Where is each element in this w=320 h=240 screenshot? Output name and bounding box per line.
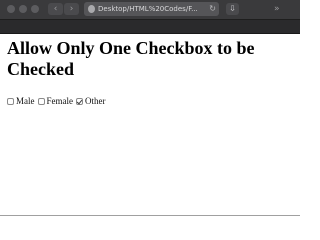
female-label: Female: [46, 96, 74, 106]
lock-icon: [88, 5, 95, 13]
browser-toolbar: ‹ › Desktop/HTML%20Codes/F... ↻ ⇩ »: [0, 0, 300, 20]
zoom-window-icon[interactable]: [31, 5, 39, 13]
other-checkbox[interactable]: [76, 97, 83, 105]
minimize-window-icon[interactable]: [19, 5, 27, 13]
page-title: Allow Only One Checkbox to be Checked: [7, 38, 255, 79]
page-content: Allow Only One Checkbox to be Checked Ma…: [0, 34, 300, 218]
option-male[interactable]: Male: [7, 96, 35, 106]
female-checkbox[interactable]: [37, 97, 45, 105]
other-label: Other: [85, 96, 106, 106]
tab-strip: [0, 20, 300, 34]
window-bottom-border: [0, 215, 300, 216]
forward-icon[interactable]: ›: [64, 3, 79, 15]
male-label: Male: [16, 96, 35, 106]
reload-icon[interactable]: ↻: [209, 3, 216, 15]
more-icon[interactable]: »: [274, 3, 280, 15]
back-icon[interactable]: ‹: [48, 3, 63, 15]
address-bar[interactable]: Desktop/HTML%20Codes/F... ↻: [84, 2, 219, 16]
close-window-icon[interactable]: [7, 5, 15, 13]
checkbox-group: Male Female Other: [7, 95, 109, 107]
url-text[interactable]: Desktop/HTML%20Codes/F...: [98, 3, 206, 15]
download-icon[interactable]: ⇩: [226, 3, 239, 15]
option-other[interactable]: Other: [76, 96, 106, 106]
male-checkbox[interactable]: [7, 97, 14, 105]
option-female[interactable]: Female: [37, 96, 74, 106]
